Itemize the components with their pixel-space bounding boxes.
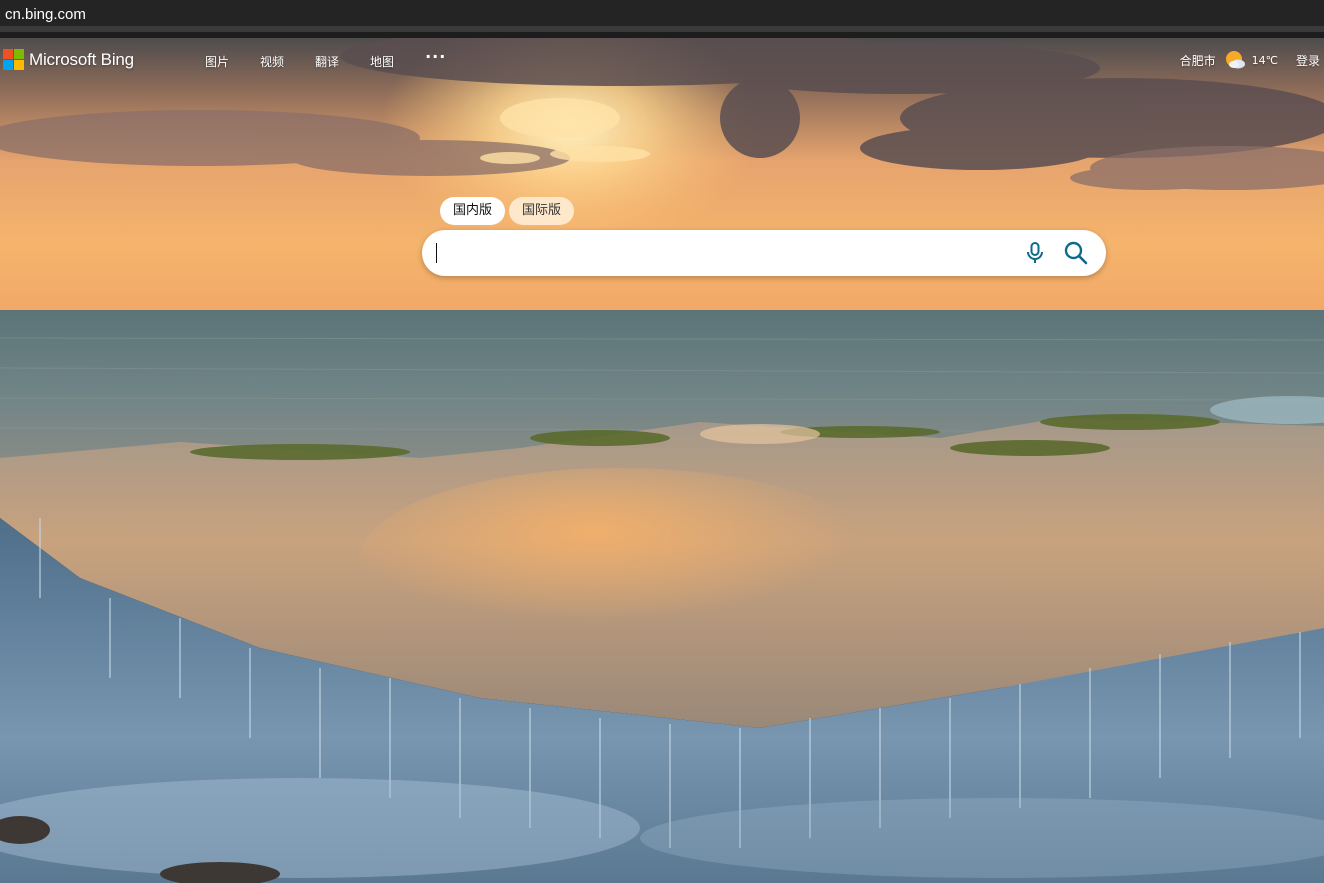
address-text[interactable]: cn.bing.com — [5, 6, 86, 23]
login-button[interactable]: 登录 — [1296, 52, 1320, 69]
background-photo — [0, 38, 1324, 883]
bing-logo[interactable]: Microsoft Bing — [3, 49, 134, 70]
search-box — [422, 230, 1106, 276]
header-right: 合肥市 14℃ 登录 — [1180, 50, 1320, 70]
nav-translate[interactable]: 翻译 — [315, 53, 339, 70]
microsoft-logo-icon — [3, 49, 24, 70]
text-caret — [436, 243, 437, 263]
nav-videos[interactable]: 视频 — [260, 53, 284, 70]
version-tabs: 国内版 国际版 — [440, 197, 575, 225]
browser-address-bar[interactable]: cn.bing.com — [0, 0, 1324, 32]
temperature[interactable]: 14℃ — [1252, 54, 1278, 67]
nav-images[interactable]: 图片 — [205, 53, 229, 70]
logo-text: Microsoft Bing — [29, 49, 134, 69]
top-navigation: Microsoft Bing 图片 视频 翻译 地图 ··· 合肥市 14℃ 登… — [0, 38, 1324, 84]
main-nav: 图片 视频 翻译 地图 ··· — [205, 47, 446, 70]
tab-international[interactable]: 国际版 — [509, 197, 575, 225]
bing-homepage: Microsoft Bing 图片 视频 翻译 地图 ··· 合肥市 14℃ 登… — [0, 38, 1324, 883]
tab-domestic[interactable]: 国内版 — [440, 197, 506, 225]
more-menu-button[interactable]: ··· — [425, 47, 446, 70]
nav-maps[interactable]: 地图 — [370, 53, 394, 70]
partly-sunny-icon[interactable] — [1224, 50, 1246, 70]
microphone-icon[interactable] — [1024, 241, 1046, 265]
city-label[interactable]: 合肥市 — [1180, 52, 1216, 69]
search-input[interactable] — [436, 238, 1020, 270]
search-icon[interactable] — [1063, 240, 1089, 266]
